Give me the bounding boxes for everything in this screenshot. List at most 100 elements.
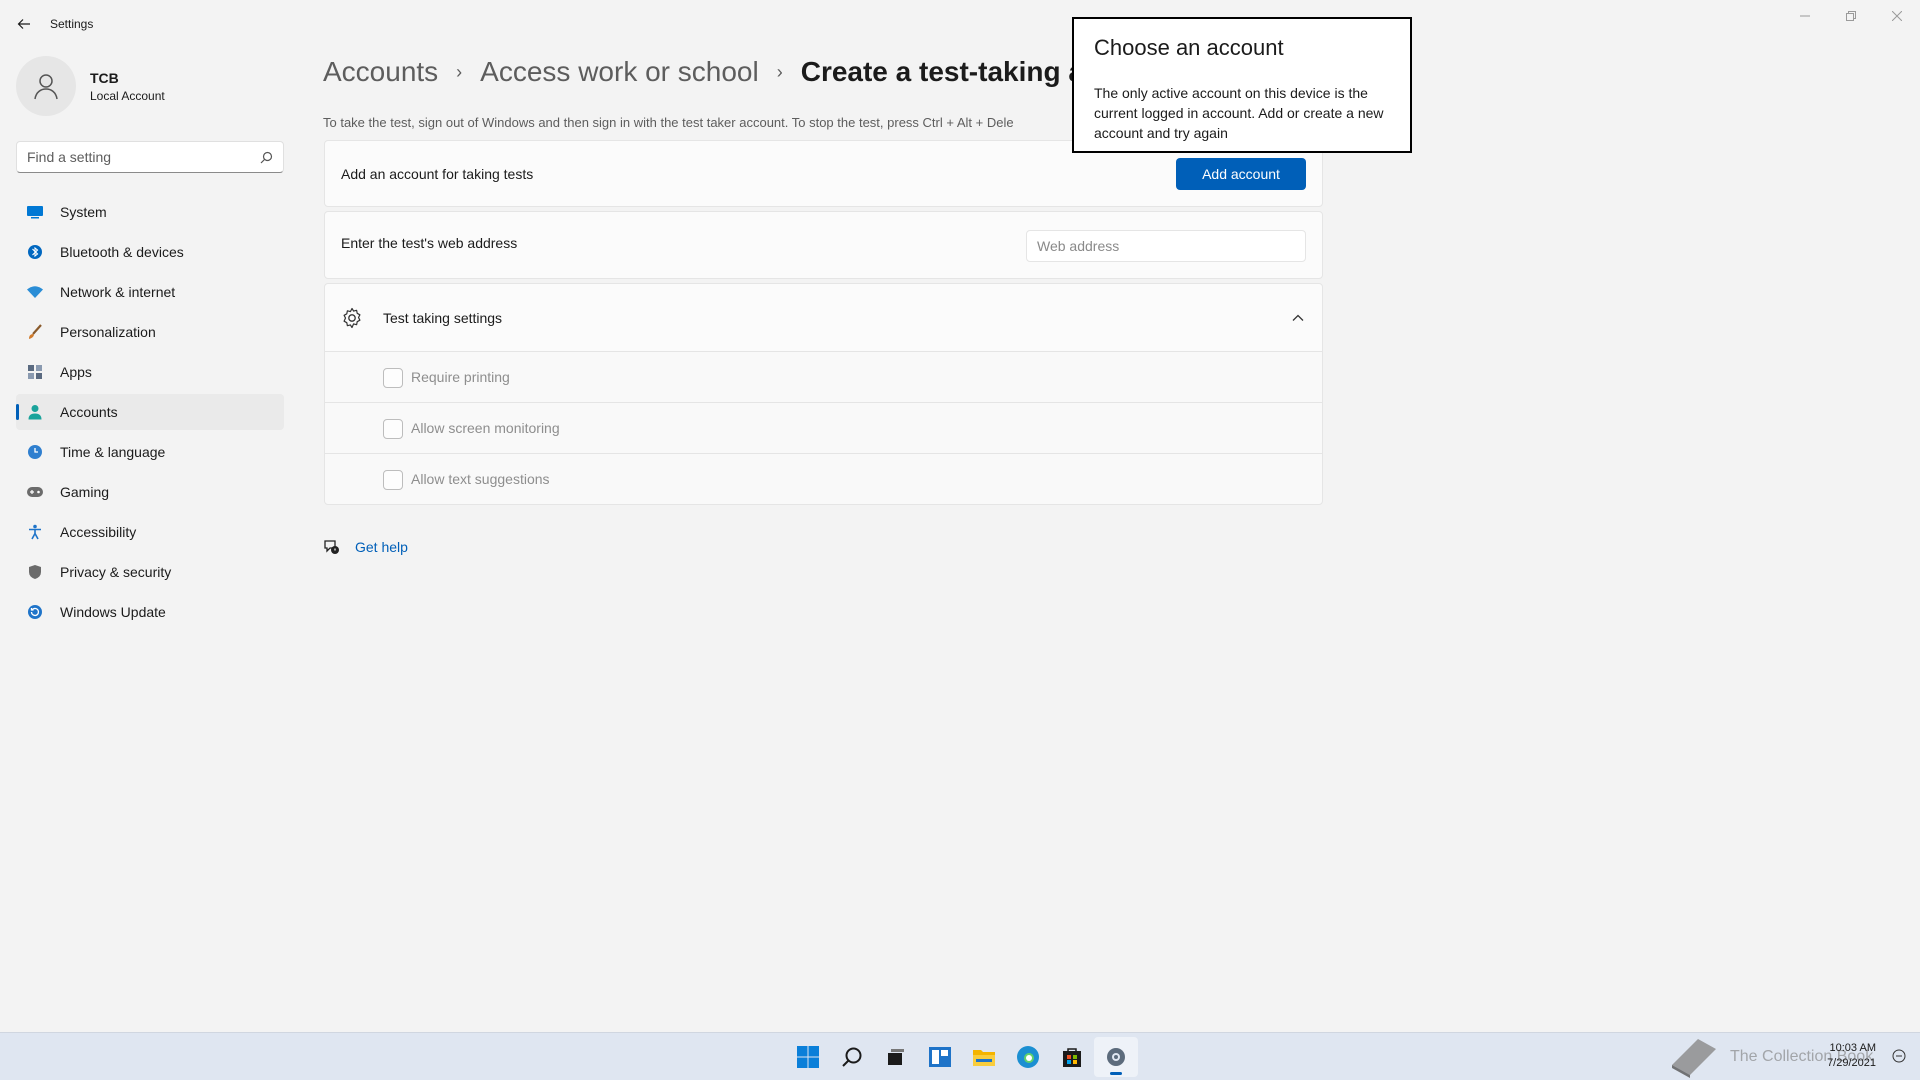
gamepad-icon	[26, 483, 44, 501]
breadcrumb-accounts[interactable]: Accounts	[323, 56, 438, 88]
clock-time: 10:03 AM	[1829, 1042, 1876, 1054]
dialog-title: Choose an account	[1094, 35, 1284, 60]
store-button[interactable]	[1050, 1037, 1094, 1077]
add-account-label: Add an account for taking tests	[341, 166, 534, 182]
sidebar-item-time-language[interactable]: Time & language	[16, 434, 284, 470]
apps-icon	[26, 363, 44, 381]
globe-clock-icon	[26, 443, 44, 461]
choose-account-dialog: Choose an account The only active accoun…	[1072, 17, 1412, 153]
avatar	[16, 56, 76, 116]
start-button[interactable]	[786, 1037, 830, 1077]
widgets-button[interactable]	[918, 1037, 962, 1077]
book-icon	[1672, 1039, 1716, 1078]
minimize-button[interactable]	[1782, 0, 1828, 32]
sidebar-item-network[interactable]: Network & internet	[16, 274, 284, 310]
settings-button[interactable]	[1094, 1037, 1138, 1077]
allow-screen-monitoring-checkbox[interactable]	[383, 419, 403, 439]
gear-icon	[343, 307, 361, 329]
close-icon	[1892, 11, 1902, 21]
get-help[interactable]: Get help	[323, 538, 408, 556]
search-button[interactable]	[830, 1037, 874, 1077]
taskbar-apps	[786, 1033, 1138, 1080]
allow-screen-monitoring-label: Allow screen monitoring	[411, 420, 560, 436]
web-address-card: Enter the test's web address	[324, 211, 1323, 279]
get-help-link[interactable]: Get help	[355, 539, 408, 555]
test-settings-expander: Test taking settings Require printing Al…	[324, 283, 1323, 505]
notification-icon[interactable]	[1892, 1049, 1906, 1063]
web-address-input[interactable]	[1026, 230, 1306, 262]
sidebar-item-personalization[interactable]: Personalization	[16, 314, 284, 350]
search-box[interactable]	[16, 141, 284, 173]
profile-account-type: Local Account	[90, 88, 165, 103]
breadcrumb-access-work-school[interactable]: Access work or school	[480, 56, 759, 88]
test-settings-header[interactable]: Test taking settings	[325, 284, 1322, 352]
sidebar-nav: System Bluetooth & devices Network & int…	[16, 194, 284, 634]
sidebar-item-gaming[interactable]: Gaming	[16, 474, 284, 510]
person-icon	[34, 74, 58, 100]
option-allow-screen-monitoring: Allow screen monitoring	[325, 403, 1322, 454]
sidebar-item-label: Time & language	[60, 444, 166, 460]
person-icon	[26, 403, 44, 421]
sidebar-item-privacy[interactable]: Privacy & security	[16, 554, 284, 590]
wifi-icon	[26, 283, 44, 301]
update-icon	[26, 603, 44, 621]
allow-text-suggestions-checkbox[interactable]	[383, 470, 403, 490]
sidebar-item-bluetooth[interactable]: Bluetooth & devices	[16, 234, 284, 270]
sidebar-item-windows-update[interactable]: Windows Update	[16, 594, 284, 630]
dialog-message: The only active account on this device i…	[1094, 85, 1384, 141]
search-icon[interactable]	[260, 151, 273, 164]
chevron-right-icon: ›	[456, 61, 463, 82]
brush-icon	[26, 323, 44, 341]
back-arrow-icon	[17, 19, 30, 29]
breadcrumb: Accounts › Access work or school › Creat…	[323, 56, 1084, 88]
task-view-icon	[888, 1049, 904, 1065]
close-button[interactable]	[1874, 0, 1920, 32]
accessibility-icon	[26, 523, 44, 541]
sidebar-item-label: System	[60, 204, 107, 220]
option-require-printing: Require printing	[325, 352, 1322, 403]
sidebar-item-label: Personalization	[60, 324, 156, 340]
settings-icon	[1107, 1048, 1125, 1066]
shield-icon	[26, 563, 44, 581]
restore-button[interactable]	[1828, 0, 1874, 32]
file-explorer-icon	[973, 1050, 995, 1066]
sidebar-item-label: Windows Update	[60, 604, 166, 620]
taskbar-clock[interactable]: 10:03 AM 7/29/2021	[1827, 1041, 1876, 1071]
user-profile[interactable]: TCB Local Account	[16, 56, 165, 116]
bluetooth-icon	[26, 243, 44, 261]
taskbar: The Collection Book 10:03 AM 7/29/2021	[0, 1032, 1920, 1080]
test-settings-title: Test taking settings	[383, 310, 503, 326]
page-description: To take the test, sign out of Windows an…	[323, 115, 1014, 130]
search-input[interactable]	[27, 149, 260, 165]
sidebar-item-label: Bluetooth & devices	[60, 244, 184, 260]
back-button[interactable]	[12, 12, 36, 36]
restore-icon	[1846, 11, 1856, 21]
search-icon	[842, 1047, 862, 1067]
require-printing-label: Require printing	[411, 369, 510, 385]
sidebar-item-accessibility[interactable]: Accessibility	[16, 514, 284, 550]
file-explorer-button[interactable]	[962, 1037, 1006, 1077]
add-account-button[interactable]: Add account	[1176, 158, 1306, 190]
sidebar-item-system[interactable]: System	[16, 194, 284, 230]
profile-name: TCB	[90, 69, 119, 86]
edge-button[interactable]	[1006, 1037, 1050, 1077]
sidebar-item-label: Accessibility	[60, 524, 137, 540]
clock-date: 7/29/2021	[1827, 1057, 1876, 1069]
sidebar-item-apps[interactable]: Apps	[16, 354, 284, 390]
title-bar: Settings	[0, 0, 1920, 48]
sidebar-item-label: Gaming	[60, 484, 110, 500]
sidebar-item-accounts[interactable]: Accounts	[16, 394, 284, 430]
edge-icon	[1017, 1046, 1039, 1068]
app-title: Settings	[50, 17, 94, 31]
window-controls	[1782, 0, 1920, 32]
sidebar-item-label: Network & internet	[60, 284, 176, 300]
option-allow-text-suggestions: Allow text suggestions	[325, 454, 1322, 505]
minimize-icon	[1800, 15, 1810, 17]
sidebar-item-label: Apps	[60, 364, 92, 380]
chevron-up-icon[interactable]	[1290, 310, 1306, 326]
require-printing-checkbox[interactable]	[383, 368, 403, 388]
help-icon	[324, 540, 339, 554]
widgets-icon	[929, 1047, 951, 1067]
task-view-button[interactable]	[874, 1037, 918, 1077]
system-icon	[26, 203, 44, 221]
